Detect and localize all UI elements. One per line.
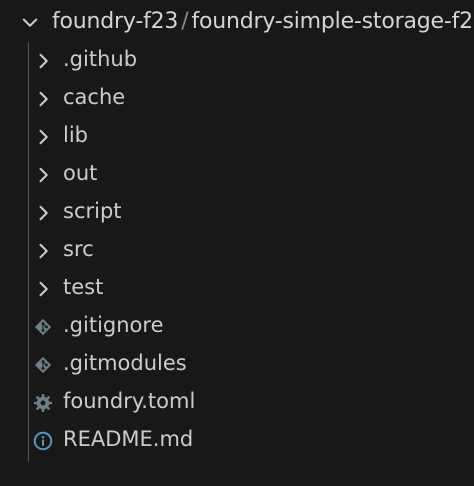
chevron-right-icon[interactable] — [33, 279, 53, 299]
tree-item-readme[interactable]: README.md — [0, 422, 474, 460]
tree-item-label: foundry.toml — [63, 389, 196, 413]
tree-item-label: out — [63, 161, 98, 185]
tree-item-gitignore[interactable]: .gitignore — [0, 308, 474, 346]
root-folder-name: foundry-simple-storage-f23 — [191, 9, 474, 34]
tree-item-label: script — [63, 199, 122, 223]
chevron-right-icon[interactable] — [33, 89, 53, 109]
chevron-right-icon[interactable] — [33, 165, 53, 185]
tree-item-label: src — [63, 237, 94, 261]
chevron-right-icon[interactable] — [33, 203, 53, 223]
tree-item-test[interactable]: test — [0, 270, 474, 308]
tree-item-label: test — [63, 275, 104, 299]
file-explorer: foundry-f23/foundry-simple-storage-f23 .… — [0, 0, 474, 486]
tree-item-label: .gitignore — [63, 313, 164, 337]
tree-item-out[interactable]: out — [0, 156, 474, 194]
info-icon — [33, 431, 53, 451]
tree-item-label: README.md — [63, 427, 194, 451]
tree-item-cache[interactable]: cache — [0, 80, 474, 118]
tree-item-label: .github — [63, 47, 138, 71]
root-parent-name: foundry-f23 — [52, 9, 179, 34]
tree-item-src[interactable]: src — [0, 232, 474, 270]
chevron-right-icon[interactable] — [33, 241, 53, 261]
tree-item-foundry-toml[interactable]: foundry.toml — [0, 384, 474, 422]
chevron-right-icon[interactable] — [33, 127, 53, 147]
git-file-icon — [34, 356, 52, 374]
tree-item-lib[interactable]: lib — [0, 118, 474, 156]
git-file-icon — [34, 318, 52, 336]
root-path-separator: / — [181, 9, 189, 34]
chevron-right-icon[interactable] — [33, 51, 53, 71]
root-folder-label: foundry-f23/foundry-simple-storage-f23 — [52, 9, 474, 34]
tree-item-label: cache — [63, 85, 126, 109]
tree-item-github[interactable]: .github — [0, 42, 474, 80]
tree-item-script[interactable]: script — [0, 194, 474, 232]
tree-item-label: .gitmodules — [63, 351, 187, 375]
file-tree: .github cache lib out script src test .g… — [0, 42, 474, 460]
explorer-root-folder[interactable]: foundry-f23/foundry-simple-storage-f23 — [0, 4, 474, 42]
tree-item-gitmodules[interactable]: .gitmodules — [0, 346, 474, 384]
tree-item-label: lib — [63, 123, 88, 147]
gear-icon — [34, 394, 52, 412]
chevron-down-icon[interactable] — [20, 12, 40, 32]
